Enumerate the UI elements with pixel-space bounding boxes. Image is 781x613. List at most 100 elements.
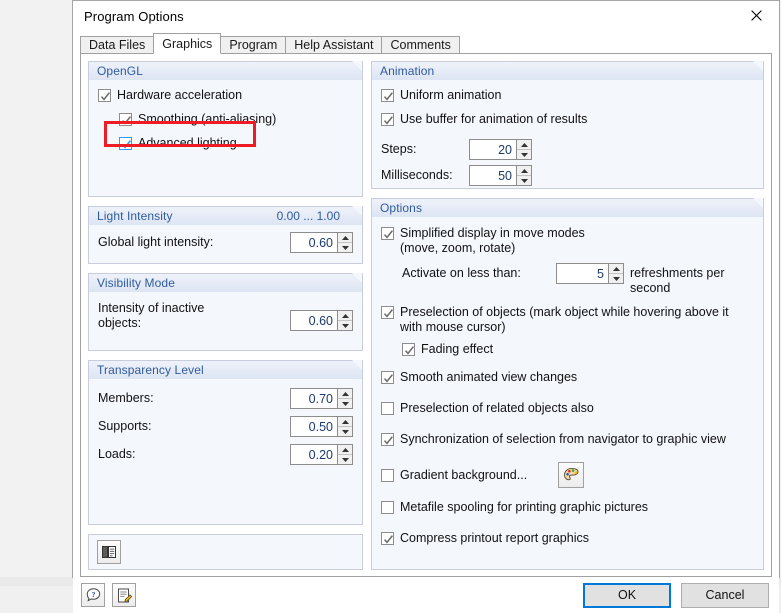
spinner-value[interactable]: 20 — [469, 139, 516, 160]
spinner-up-button[interactable] — [517, 140, 531, 149]
spinner-milliseconds[interactable]: 50 — [469, 165, 532, 186]
list-details-icon — [102, 546, 116, 558]
spinner-down-button[interactable] — [338, 242, 352, 252]
checkbox-box[interactable] — [402, 343, 415, 356]
help-button[interactable]: ? — [81, 583, 105, 607]
checkbox-box[interactable] — [119, 113, 132, 126]
checkbox-label-line1: Preselection of objects (mark object whi… — [400, 305, 729, 319]
spinner-down-button[interactable] — [338, 320, 352, 330]
tab-data-files[interactable]: Data Files — [80, 36, 155, 53]
spinner-value[interactable]: 0.50 — [290, 416, 337, 437]
spinner-buttons — [337, 232, 353, 253]
checkbox-smoothing[interactable]: Smoothing (anti-aliasing) — [119, 112, 353, 127]
tab-comments[interactable]: Comments — [381, 36, 460, 53]
spinner-value[interactable]: 0.20 — [290, 444, 337, 465]
checkbox-simplified-display[interactable]: Simplified display in move modes (move, … — [381, 226, 754, 256]
checkbox-compress-printout-report-graphics[interactable]: Compress printout report graphics — [381, 531, 754, 546]
display-properties-button[interactable] — [97, 540, 121, 564]
spinner-down-button[interactable] — [338, 454, 352, 464]
checkbox-preselection-of-objects[interactable]: Preselection of objects (mark object whi… — [381, 305, 754, 335]
spinner-down-button[interactable] — [517, 149, 531, 159]
ok-button[interactable]: OK — [583, 582, 671, 608]
checkbox-hardware-acceleration[interactable]: Hardware acceleration — [98, 88, 353, 103]
checkbox-gradient-background[interactable]: Gradient background... — [381, 468, 527, 483]
tab-help-assistant[interactable]: Help Assistant — [285, 36, 383, 53]
group-transparency-level-title: Transparency Level — [97, 363, 204, 377]
chevron-down-icon — [341, 429, 349, 434]
spinner-loads[interactable]: 0.20 — [290, 444, 353, 465]
checkbox-box[interactable] — [381, 227, 394, 240]
checkbox-box[interactable] — [381, 501, 394, 514]
spinner-up-button[interactable] — [609, 264, 623, 273]
checkbox-label: Gradient background... — [400, 467, 528, 482]
checkbox-box[interactable] — [119, 137, 132, 150]
spinner-up-button[interactable] — [338, 311, 352, 320]
spinner-value[interactable]: 0.70 — [290, 388, 337, 409]
gradient-background-color-button[interactable] — [558, 462, 585, 488]
spinner-value[interactable]: 5 — [556, 263, 608, 284]
group-opengl: OpenGL Hardware acceleration Smoothing (… — [88, 61, 363, 197]
checkbox-metafile-spooling[interactable]: Metafile spooling for printing graphic p… — [381, 500, 754, 515]
spinner-supports[interactable]: 0.50 — [290, 416, 353, 437]
checkbox-box[interactable] — [381, 532, 394, 545]
group-visibility-mode-header: Visibility Mode — [89, 273, 362, 292]
spinner-members[interactable]: 0.70 — [290, 388, 353, 409]
spinner-down-button[interactable] — [338, 426, 352, 436]
spinner-value[interactable]: 50 — [469, 165, 516, 186]
field-label: Loads: — [98, 447, 136, 461]
check-icon — [383, 116, 393, 125]
cancel-button[interactable]: Cancel — [681, 582, 769, 608]
checkbox-box[interactable] — [98, 89, 111, 102]
spinner-up-button[interactable] — [338, 417, 352, 426]
check-icon — [100, 92, 110, 101]
chevron-up-icon — [520, 142, 528, 147]
spinner-global-light-intensity[interactable]: 0.60 — [290, 232, 353, 253]
checkbox-synchronization-of-selection[interactable]: Synchronization of selection from naviga… — [381, 432, 754, 447]
group-opengl-body: Hardware acceleration Smoothing (anti-al… — [89, 80, 362, 159]
check-icon — [383, 230, 393, 239]
checkbox-smooth-animated-view-changes[interactable]: Smooth animated view changes — [381, 370, 754, 385]
color-palette-icon — [563, 467, 579, 480]
group-options-header: Options — [372, 198, 763, 217]
checkbox-box[interactable] — [381, 113, 394, 126]
chevron-down-icon — [520, 152, 528, 157]
checkbox-advanced-lighting[interactable]: Advanced lighting — [119, 136, 353, 151]
checkbox-box[interactable] — [381, 306, 394, 319]
group-options-title: Options — [380, 201, 423, 215]
checkbox-uniform-animation[interactable]: Uniform animation — [381, 88, 754, 103]
spinner-value[interactable]: 0.60 — [290, 232, 337, 253]
spinner-down-button[interactable] — [517, 175, 531, 185]
checkbox-box[interactable] — [381, 89, 394, 102]
spinner-up-button[interactable] — [338, 445, 352, 454]
checkbox-use-buffer[interactable]: Use buffer for animation of results — [381, 112, 754, 127]
field-milliseconds: Milliseconds: 50 — [381, 165, 754, 186]
spinner-down-button[interactable] — [338, 398, 352, 408]
tab-graphics[interactable]: Graphics — [153, 33, 222, 54]
checkbox-label-line2: with mouse cursor) — [400, 320, 506, 334]
spinner-down-button[interactable] — [609, 273, 623, 283]
check-icon — [383, 309, 393, 318]
notes-button[interactable] — [112, 583, 136, 607]
checkbox-box[interactable] — [381, 402, 394, 415]
checkbox-box[interactable] — [381, 468, 394, 482]
field-global-light-intensity: Global light intensity: 0.60 — [98, 232, 353, 253]
checkbox-box[interactable] — [381, 371, 394, 384]
spinner-up-button[interactable] — [338, 233, 352, 242]
group-light-intensity: Light Intensity 0.00 ... 1.00 Global lig… — [88, 206, 363, 264]
checkbox-box[interactable] — [381, 433, 394, 446]
close-button[interactable] — [734, 1, 779, 30]
chevron-up-icon — [520, 168, 528, 173]
spinner-steps[interactable]: 20 — [469, 139, 532, 160]
chevron-up-icon — [341, 419, 349, 424]
spinner-up-button[interactable] — [338, 389, 352, 398]
checkbox-preselection-related-objects[interactable]: Preselection of related objects also — [381, 401, 754, 416]
spinner-activate-threshold[interactable]: 5 — [556, 263, 624, 284]
check-icon — [383, 535, 393, 544]
spinner-value[interactable]: 0.60 — [290, 310, 337, 331]
checkbox-fading-effect[interactable]: Fading effect — [402, 342, 754, 357]
spinner-intensity-inactive-objects[interactable]: 0.60 — [290, 310, 353, 331]
group-visibility-mode-body: Intensity of inactive objects: 0.60 — [89, 292, 362, 339]
spinner-up-button[interactable] — [517, 166, 531, 175]
tab-program[interactable]: Program — [220, 36, 287, 53]
footer-left-buttons: ? — [81, 583, 136, 607]
